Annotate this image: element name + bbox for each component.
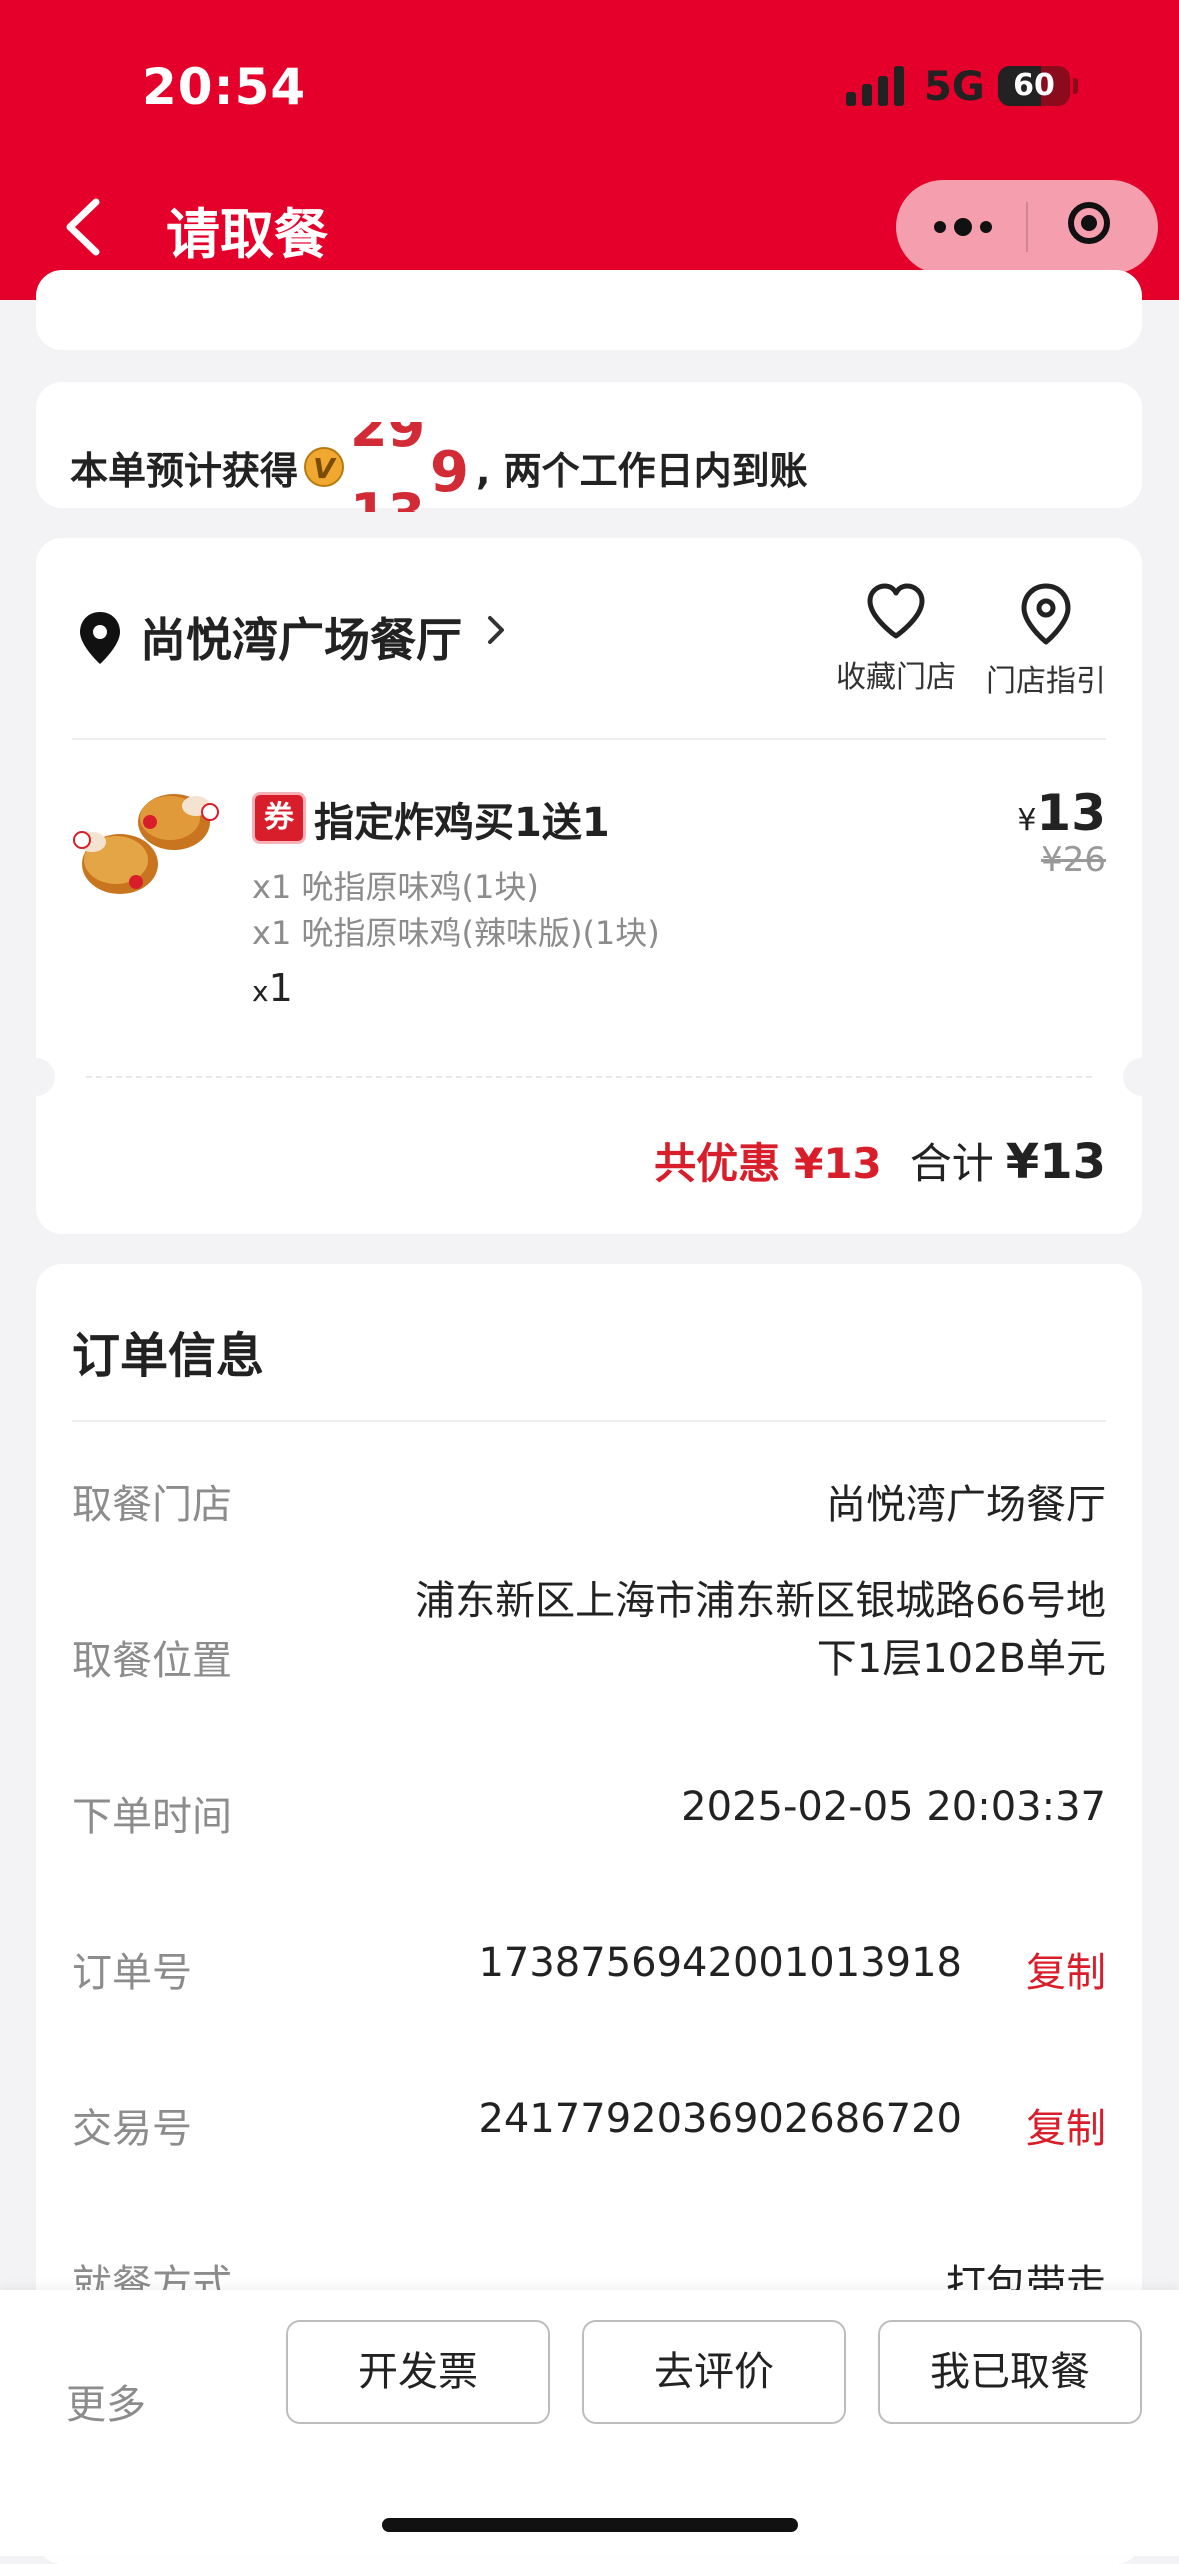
favorite-store-label: 收藏门店 [836,660,956,695]
copy-transaction-number-button[interactable]: 复制 [1026,2096,1106,2154]
location-pin-icon [80,612,120,664]
price-currency: ¥ [1017,803,1037,838]
heart-icon [867,583,925,639]
chevron-left-icon [66,198,100,256]
coupon-tag: 券 [252,792,306,844]
qty-value: 1 [268,966,293,1010]
order-totals: 共优惠 ¥13 合计 ¥13 [654,1130,1106,1191]
status-time: 20:54 [142,58,307,116]
store-guide-button[interactable]: 门店指引 [966,582,1126,700]
divider [72,1420,1106,1422]
points-suffix: , 两个工作日内到账 [476,448,808,493]
total-value: ¥13 [1005,1134,1106,1190]
row-label: 取餐位置 [72,1638,232,1684]
points-text: 本单预计获得 V 29 9 13 , 两个工作日内到账 [70,422,808,512]
row-label: 下单时间 [72,1794,232,1840]
review-button[interactable]: 去评价 [582,2320,846,2424]
sub-item: x1 吮指原味鸡(1块) [252,868,539,906]
more-menu-button[interactable] [896,180,1026,274]
home-indicator [382,2518,798,2532]
page-title: 请取餐 [166,203,328,266]
item-quantity: x1 [252,966,293,1010]
network-type: 5G [924,64,985,110]
battery-icon: 60 [998,66,1070,106]
row-value: 2025-02-05 20:03:37 [681,1784,1106,1830]
invoice-button[interactable]: 开发票 [286,2320,550,2424]
points-prefix: 本单预计获得 [70,448,299,493]
product-name: 指定炸鸡买1送1 [314,800,610,846]
price-value: 13 [1036,784,1106,842]
v-gold-icon: V [304,447,345,487]
total-label: 合计 [909,1139,994,1188]
sub-item: x1 吮指原味鸡(辣味版)(1块) [252,914,660,952]
back-button[interactable] [56,192,116,262]
battery-level: 60 [1013,68,1055,103]
row-label: 订单号 [72,1950,192,1996]
store-name-link[interactable]: 尚悦湾广场餐厅 [140,604,462,670]
picked-up-button[interactable]: 我已取餐 [878,2320,1142,2424]
fried-chicken-image [73,794,219,894]
more-link[interactable]: 更多 [66,2372,146,2430]
app-header: 20:54 5G 60 请取餐 [0,0,1179,300]
close-mini-program-button[interactable] [1028,180,1158,274]
item-price: ¥13 ¥26 [1017,784,1106,880]
chevron-right-icon [486,612,508,658]
dashed-divider [86,1076,1092,1078]
row-value: 2417792036902686720 [478,2096,962,2142]
qty-prefix: x [252,975,269,1008]
mini-program-capsule [896,180,1158,274]
order-info-title: 订单信息 [72,1328,265,1384]
previous-card [36,270,1142,350]
row-label: 取餐门店 [72,1482,232,1528]
points-roll-top: 29 [350,422,426,459]
row-label: 交易号 [72,2106,192,2152]
store-guide-label: 门店指引 [986,664,1106,699]
discount-label: 共优惠 [654,1139,781,1188]
original-price: ¥26 [1041,840,1106,880]
order-card: 尚悦湾广场餐厅 收藏门店 门店指引 券 指定炸鸡买1送1 x1 吮指原味鸡(1块… [17,538,1161,1234]
row-value-line2: 下1层102B单元 [816,1636,1106,1682]
points-counter: 29 9 13 [350,422,480,512]
divider [72,738,1106,740]
points-roll-bottom: 13 [350,482,425,512]
favorite-store-button[interactable]: 收藏门店 [816,582,976,696]
battery-tip [1073,78,1078,94]
ticket-notch-left [17,1058,55,1096]
ticket-notch-right [1123,1058,1161,1096]
map-pin-icon [1021,583,1071,645]
bottom-action-bar: 更多 开发票 去评价 我已取餐 [0,2290,1179,2556]
discount-value: ¥13 [794,1139,882,1188]
signal-icon [846,66,906,106]
row-value: 尚悦湾广场餐厅 [826,1482,1106,1528]
copy-order-number-button[interactable]: 复制 [1026,1940,1106,1998]
row-value-line1: 浦东新区上海市浦东新区银城路66号地 [415,1578,1106,1624]
row-value: 1738756942001013918 [478,1940,962,1986]
points-value: 9 [430,440,469,505]
points-card: 本单预计获得 V 29 9 13 , 两个工作日内到账 [36,382,1142,512]
